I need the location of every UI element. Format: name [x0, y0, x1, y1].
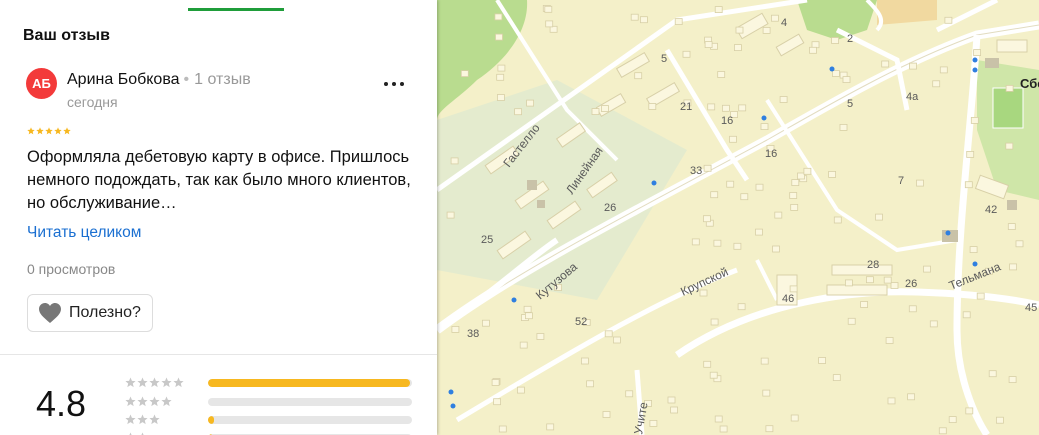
- star-icon: [54, 127, 62, 135]
- heart-icon: [39, 303, 61, 323]
- useful-label: Полезно?: [69, 304, 141, 321]
- house-number: 2: [847, 33, 853, 45]
- star-icon: [161, 376, 172, 387]
- star-icon: [149, 413, 160, 424]
- house-number: 5: [661, 53, 667, 65]
- read-more-link[interactable]: Читать целиком: [27, 224, 141, 242]
- house-number: 33: [690, 165, 702, 177]
- author-name[interactable]: Арина Бобкова: [67, 71, 180, 88]
- sports-field: [992, 87, 1024, 129]
- active-tab-indicator: [188, 8, 284, 11]
- author-line: Арина Бобкова • 1 отзыв: [67, 71, 251, 89]
- house-number: 26: [604, 202, 616, 214]
- distribution-stars: [125, 376, 205, 388]
- house-number: 21: [680, 101, 692, 113]
- avatar[interactable]: АБ: [26, 68, 57, 99]
- divider: [0, 354, 437, 355]
- star-icon: [149, 395, 160, 406]
- house-number: 25: [481, 234, 493, 246]
- star-icon: [63, 127, 71, 135]
- author-reviews-count: 1 отзыв: [194, 71, 251, 88]
- house-number: 26: [905, 278, 917, 290]
- review-text: Оформляла дебетовую карту в офисе. Пришл…: [27, 148, 411, 212]
- review-date: сегодня: [67, 94, 118, 110]
- distribution-bar-fill: [208, 379, 410, 387]
- review-panel: Ваш отзыв АБ Арина Бобкова • 1 отзыв сегод…: [0, 0, 437, 435]
- separator-dot: •: [183, 71, 190, 88]
- star-icon: [27, 127, 35, 135]
- house-number: 7: [898, 175, 904, 187]
- house-number: 16: [765, 148, 777, 160]
- views-count: 0 просмотров: [27, 261, 116, 277]
- star-icon: [125, 376, 136, 387]
- distribution-row: [125, 375, 412, 389]
- distribution-row: [125, 430, 412, 435]
- star-icon: [36, 127, 44, 135]
- more-dots-icon: [382, 82, 406, 86]
- distribution-stars: [125, 413, 205, 425]
- star-icon: [125, 413, 136, 424]
- star-icon: [137, 395, 148, 406]
- house-number: 16: [721, 115, 733, 127]
- map[interactable]: Гастелло Линейная Кутузова Крупской Тель…: [437, 0, 1039, 435]
- star-icon: [137, 413, 148, 424]
- house-number: 52: [575, 316, 587, 328]
- poi-label[interactable]: Сбе: [1020, 76, 1039, 91]
- star-icon: [161, 395, 172, 406]
- distribution-bar-fill: [208, 416, 215, 424]
- distribution-stars: [125, 395, 205, 407]
- distribution-bar: [208, 416, 412, 424]
- house-number: 38: [467, 328, 479, 340]
- distribution-bar: [208, 398, 412, 406]
- star-icon: [149, 376, 160, 387]
- review-stars: [27, 127, 72, 135]
- distribution-row: [125, 412, 412, 426]
- house-number: 4а: [906, 91, 919, 103]
- house-number: 42: [985, 204, 997, 216]
- star-icon: [173, 376, 184, 387]
- distribution-stars: [125, 431, 205, 435]
- section-title: Ваш отзыв: [23, 27, 110, 44]
- star-icon: [129, 431, 132, 435]
- house-number: 4: [781, 17, 787, 29]
- useful-button[interactable]: Полезно?: [27, 294, 153, 332]
- distribution-bar: [208, 379, 412, 387]
- house-number: 5: [847, 98, 853, 110]
- star-icon: [137, 376, 148, 387]
- house-number: 45: [1025, 302, 1037, 314]
- distribution-row: [125, 394, 412, 408]
- more-options-button[interactable]: [378, 70, 410, 98]
- star-icon: [125, 395, 136, 406]
- average-rating: 4.8: [36, 383, 87, 424]
- star-icon: [141, 431, 144, 435]
- star-icon: [45, 127, 53, 135]
- house-number: 46: [782, 293, 794, 305]
- house-number: 28: [867, 259, 879, 271]
